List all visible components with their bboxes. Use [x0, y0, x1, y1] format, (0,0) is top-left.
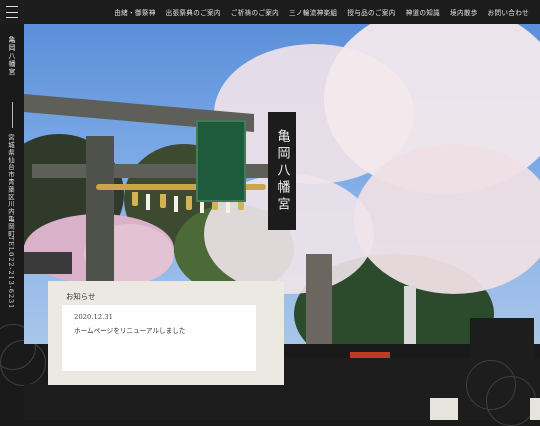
- tree-trunk: [306, 254, 332, 344]
- main-nav: 由緒・御祭神 出張祭典のご案内 ご祈祷のご案内 三ノ輪流神楽組 授与品のご案内 …: [109, 0, 534, 24]
- rope-tassel: [132, 192, 138, 206]
- address: 宮城県仙台市青葉区川内亀岡町: [7, 134, 15, 238]
- cherry-blossom: [354, 144, 540, 294]
- news-list: 2020.12.31 ホームページをリニューアルしました: [62, 305, 256, 371]
- news-panel: お知らせ 2020.12.31 ホームページをリニューアルしました: [48, 281, 284, 385]
- light-block: [430, 398, 458, 420]
- rope-tassel: [160, 194, 166, 208]
- nav-item-amulets[interactable]: 授与品のご案内: [342, 7, 400, 17]
- rope-tassel: [186, 196, 192, 210]
- stone-post: [404, 286, 416, 344]
- nav-item-precinct-walk[interactable]: 境内散歩: [445, 7, 483, 17]
- red-fence: [350, 352, 390, 358]
- nav-item-kagura[interactable]: 三ノ輪流神楽組: [284, 7, 342, 17]
- divider: [11, 102, 13, 128]
- light-block: [530, 398, 540, 420]
- nav-item-shinto-knowledge[interactable]: 神道の知識: [401, 7, 445, 17]
- site-name[interactable]: 亀岡八幡宮: [7, 36, 17, 76]
- paper-streamer: [146, 194, 150, 210]
- left-sidebar: 亀岡八幡宮 宮城県仙台市青葉区川内亀岡町 TEL022-213-6231: [0, 24, 46, 420]
- green-banner: [196, 120, 246, 202]
- phone-number[interactable]: TEL022-213-6231: [7, 236, 15, 309]
- nav-item-prayer[interactable]: ご祈祷のご案内: [226, 7, 284, 17]
- footer-band: [24, 384, 284, 420]
- paper-streamer: [174, 196, 178, 212]
- nav-item-outside-ceremony[interactable]: 出張祭典のご案内: [161, 7, 226, 17]
- decorative-circle: [0, 340, 46, 386]
- nav-item-contact[interactable]: お問い合わせ: [483, 7, 534, 17]
- shrine-name-sign: 亀岡八幡宮: [268, 112, 296, 230]
- hamburger-menu-icon[interactable]: [6, 6, 18, 18]
- news-date: 2020.12.31: [74, 313, 113, 321]
- nav-item-history[interactable]: 由緒・御祭神: [109, 7, 160, 17]
- building-roof: [24, 252, 72, 274]
- news-item-link[interactable]: ホームページをリニューアルしました: [74, 325, 185, 335]
- dark-block: [470, 318, 534, 358]
- news-heading: お知らせ: [66, 292, 96, 301]
- top-navigation-bar: 由緒・御祭神 出張祭典のご案内 ご祈祷のご案内 三ノ輪流神楽組 授与品のご案内 …: [0, 0, 540, 24]
- decorative-circle: [486, 376, 536, 426]
- shrine-name-text: 亀岡八幡宮: [274, 128, 290, 214]
